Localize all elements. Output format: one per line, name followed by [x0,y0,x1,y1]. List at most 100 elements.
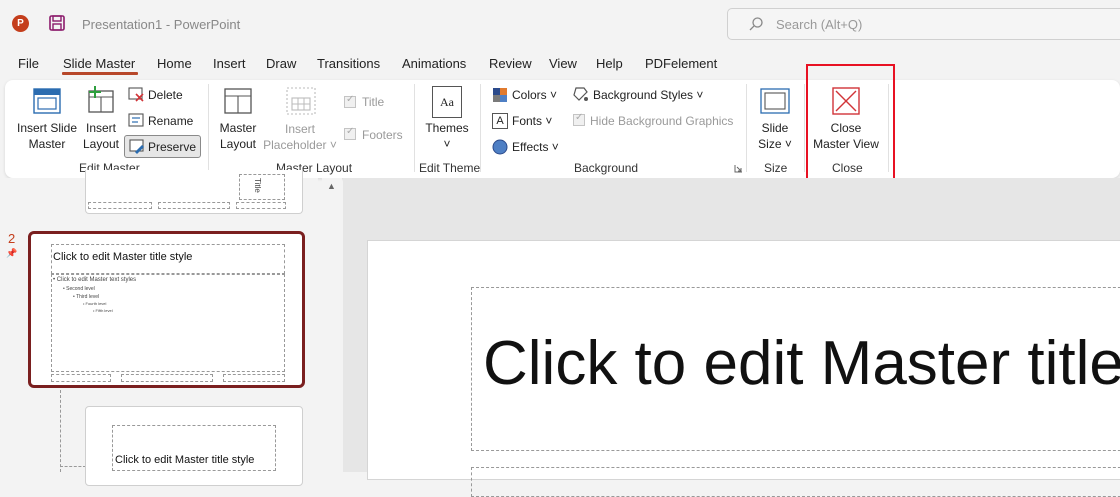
delete-icon [128,87,144,102]
effects-label: Effects [512,140,549,154]
themes-icon: Aa [432,86,462,118]
slide-number: 2 [8,231,16,246]
hide-background-graphics-checkbox[interactable] [573,112,585,126]
thumb-footer-number [236,202,286,209]
rename-icon [128,113,144,127]
tab-file[interactable]: File [18,56,39,71]
insert-slide-master-icon [33,88,61,114]
ribbon-separator [804,84,805,172]
thumb-level-4: • Fourth level [83,301,107,306]
search-placeholder: Search (Alt+Q) [776,17,863,32]
chevron-down-icon: ˅ [781,137,792,151]
tab-transitions[interactable]: Transitions [317,56,380,71]
footers-checkbox-label: Footers [362,128,403,142]
search-box[interactable]: Search (Alt+Q) [727,8,1120,40]
thumb-level-5-text: Fifth level [95,308,113,313]
insert-slide-master-button[interactable]: Insert Slide Master [14,120,80,152]
slide-thumbnail-3[interactable]: Click to edit Master title style [85,406,303,486]
insert-placeholder-icon [286,87,316,115]
powerpoint-icon: P [12,15,29,32]
insert-layout-label-1: Insert [85,121,116,135]
master-layout-label-1: Master [219,121,257,135]
insert-slide-master-label-2: Master [28,137,66,151]
tab-home[interactable]: Home [157,56,192,71]
slide-thumbnail-2-master[interactable]: Click to edit Master title style • Click… [28,231,305,388]
thumb-vertical-title-placeholder [239,174,285,200]
fonts-label: Fonts [512,114,543,128]
slide-size-label-1: Slide [761,121,789,135]
tab-pdfelement[interactable]: PDFelement [645,56,717,71]
tab-slide-master[interactable]: Slide Master [63,56,135,71]
thumb-level-3: • Third level [73,294,100,300]
colors-button[interactable]: Colors ˅ [512,87,557,103]
thumb-footer-text [158,202,230,209]
search-icon [749,17,763,31]
master-layout-icon [224,88,252,114]
tab-view[interactable]: View [549,56,577,71]
insert-layout-icon [88,86,114,113]
slide-size-icon [760,88,790,114]
tab-insert[interactable]: Insert [213,56,246,71]
scroll-up-arrow-icon[interactable]: ▲ [327,181,336,191]
preserve-icon [129,139,144,154]
effects-icon [492,139,508,155]
slide-thumbnail-1[interactable]: Title [85,170,303,214]
slide-size-label-2: Size [758,137,782,151]
ribbon-separator [746,84,747,172]
thumb-level-1: • Click to edit Master text styles [53,277,137,283]
thumb-level-2: • Second level [63,286,95,292]
dialog-launcher-icon[interactable] [734,164,743,173]
ribbon-separator [480,84,481,172]
thumb-footer-date [88,202,152,209]
title-bar: P Presentation1 - PowerPoint Search (Alt… [0,0,1120,48]
colors-label: Colors [512,88,547,102]
title-checkbox[interactable] [344,94,356,108]
thumb-title-text: Click to edit Master title style [115,454,255,466]
tab-animations[interactable]: Animations [402,56,466,71]
group-label-edit-theme: Edit Theme [419,161,481,175]
thumb-footer-number [223,374,285,382]
thumbnail-scrollbar[interactable]: ▲ [322,178,342,472]
insert-slide-master-label-1: Insert Slide [16,121,78,135]
insert-placeholder-button[interactable]: Insert Placeholder ˅ [260,121,340,153]
thumb-level-5: • Fifth level [93,308,113,313]
thumb-level-2-text: Second level [66,286,95,292]
fonts-button[interactable]: Fonts ˅ [512,113,552,129]
insert-layout-label-2: Layout [82,137,120,151]
tab-help[interactable]: Help [596,56,623,71]
delete-button[interactable]: Delete [148,87,183,103]
master-layout-label-2: Layout [219,137,257,151]
active-tab-indicator [62,72,138,75]
preserve-label: Preserve [148,140,197,154]
master-title-text[interactable]: Click to edit Master title style [483,328,1120,399]
ribbon-separator [414,84,415,172]
background-styles-label: Background Styles [593,88,694,102]
thumb-footer-text [121,374,213,382]
highlight-box [806,64,895,191]
background-styles-button[interactable]: Background Styles ˅ [593,87,703,103]
title-checkbox-label: Title [362,95,385,109]
ribbon-separator [208,84,209,172]
tab-draw[interactable]: Draw [266,56,296,71]
hide-background-graphics-label: Hide Background Graphics [590,114,734,128]
master-layout-button[interactable]: Master Layout [214,120,262,152]
themes-button[interactable]: Themes ˅ [422,120,472,152]
footers-checkbox[interactable] [344,126,356,140]
save-icon[interactable] [49,15,65,31]
thumb-master-title: Click to edit Master title style [53,251,193,263]
pin-icon: 📌 [6,248,18,258]
insert-placeholder-label-2: Placeholder [263,138,327,152]
slide-size-button[interactable]: Slide Size ˅ [754,120,796,152]
insert-placeholder-label-1: Insert [284,122,315,136]
insert-layout-button[interactable]: Insert Layout [80,120,122,152]
group-label-background: Background [574,161,639,175]
layout-connector [60,390,61,472]
colors-icon [493,88,507,102]
thumb-level-1-text: Click to edit Master text styles [56,277,137,283]
thumb-level-4-text: Fourth level [85,301,107,306]
rename-button[interactable]: Rename [148,113,193,129]
tab-review[interactable]: Review [489,56,532,71]
themes-label: Themes [425,121,469,135]
group-label-size: Size [764,161,788,175]
effects-button[interactable]: Effects ˅ [512,139,559,155]
